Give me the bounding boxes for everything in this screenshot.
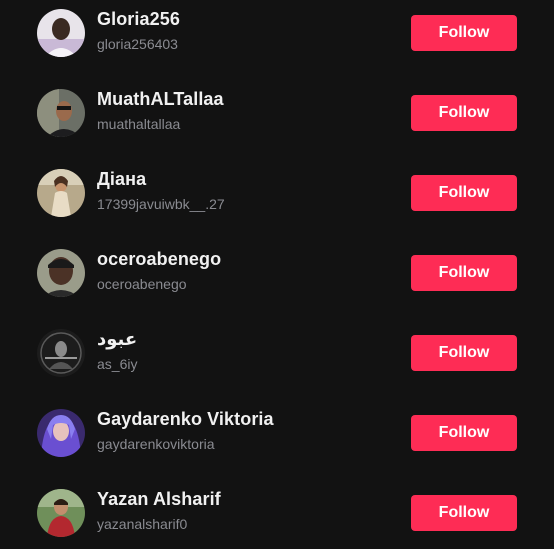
follow-button[interactable]: Follow [411, 255, 517, 291]
follow-button[interactable]: Follow [411, 495, 517, 531]
account-name[interactable]: MuathALTallaa [97, 89, 224, 110]
avatar[interactable] [37, 329, 85, 377]
account-row: Gaydarenko Viktoria gaydarenkoviktoria F… [0, 389, 554, 469]
avatar[interactable] [37, 9, 85, 57]
account-name[interactable]: Gaydarenko Viktoria [97, 409, 274, 430]
avatar[interactable] [37, 249, 85, 297]
follow-button[interactable]: Follow [411, 335, 517, 371]
account-name[interactable]: Gloria256 [97, 9, 180, 30]
account-row: oceroabenego oceroabenego Follow [0, 229, 554, 309]
follow-button[interactable]: Follow [411, 175, 517, 211]
avatar[interactable] [37, 89, 85, 137]
account-handle: yazanalsharif0 [97, 516, 188, 532]
account-handle: muathaltallaa [97, 116, 181, 132]
account-handle: as_6iy [97, 356, 138, 372]
account-name[interactable]: عبود [97, 329, 137, 350]
avatar[interactable] [37, 409, 85, 457]
account-name[interactable]: Yazan Alsharif [97, 489, 221, 510]
follow-button[interactable]: Follow [411, 415, 517, 451]
account-row: Діана 17399javuiwbk__.27 Follow [0, 149, 554, 229]
follow-button[interactable]: Follow [411, 95, 517, 131]
account-name[interactable]: Діана [97, 169, 146, 190]
account-handle: oceroabenego [97, 276, 187, 292]
follow-button[interactable]: Follow [411, 15, 517, 51]
account-row: Yazan Alsharif yazanalsharif0 Follow [0, 469, 554, 549]
account-row: Gloria256 gloria256403 Follow [0, 0, 554, 69]
account-row: MuathALTallaa muathaltallaa Follow [0, 69, 554, 149]
account-handle: gaydarenkoviktoria [97, 436, 215, 452]
account-handle: 17399javuiwbk__.27 [97, 196, 225, 212]
avatar[interactable] [37, 169, 85, 217]
suggested-accounts-list: Gloria256 gloria256403 Follow MuathALTal… [0, 0, 554, 545]
account-name[interactable]: oceroabenego [97, 249, 221, 270]
account-handle: gloria256403 [97, 36, 178, 52]
account-row: عبود as_6iy Follow [0, 309, 554, 389]
avatar[interactable] [37, 489, 85, 537]
